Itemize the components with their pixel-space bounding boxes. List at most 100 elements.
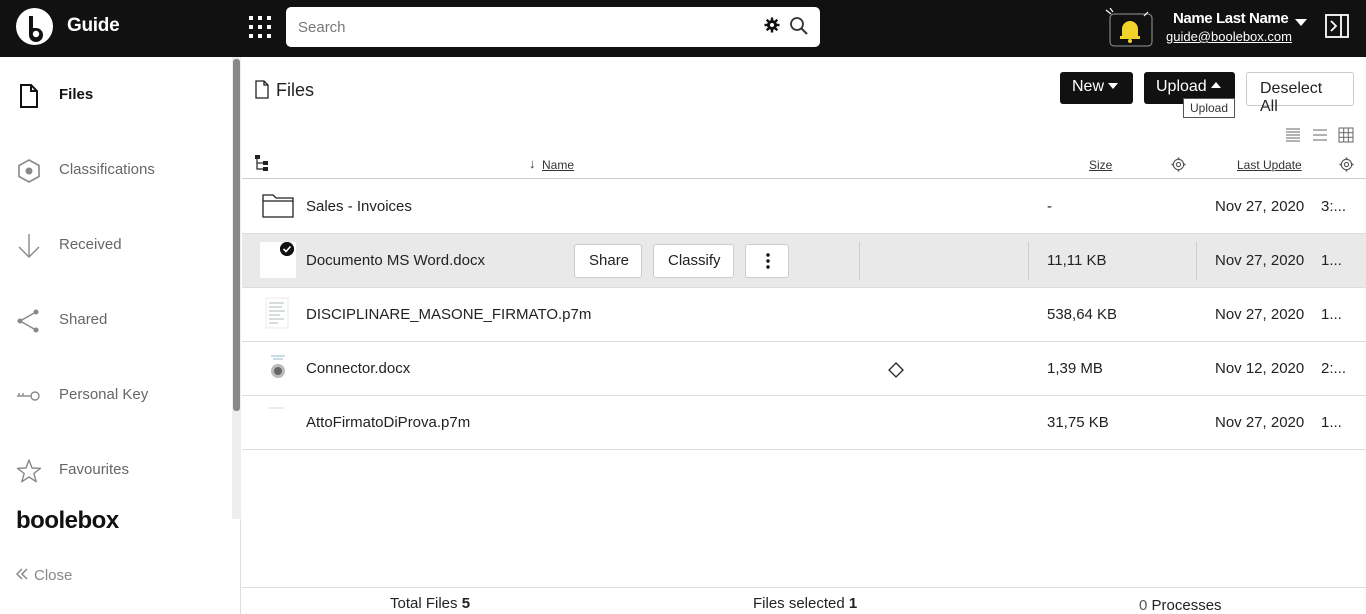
sort-down-arrow-icon[interactable]: ↓	[529, 156, 536, 171]
sidebar-item-label: Favourites	[59, 461, 130, 478]
processes-count: 0	[1139, 597, 1148, 614]
new-button[interactable]: New	[1060, 72, 1133, 104]
share-button[interactable]: Share	[574, 244, 642, 278]
table-row[interactable]: Documento MS Word.docx Share Classify 11…	[242, 234, 1366, 288]
user-menu-caret-icon[interactable]	[1295, 19, 1307, 26]
top-bar: Guide Name Last Name guide@boolebox.com	[0, 0, 1366, 57]
key-icon	[17, 391, 40, 401]
status-footer: Total Files 5 Files selected 1 0 Process…	[242, 587, 1366, 614]
main-content: Files New Upload Deselect All Upload ↓ N…	[242, 57, 1366, 614]
arrow-down-icon	[18, 234, 40, 258]
processes-label: Processes	[1151, 597, 1222, 614]
upload-tooltip: Upload	[1183, 98, 1236, 118]
kebab-menu-icon	[766, 253, 770, 269]
folder-icon	[262, 194, 294, 218]
table-row[interactable]: AttoFirmatoDiProva.p7m 31,75 KB Nov 27, …	[242, 396, 1366, 450]
table-row[interactable]: Connector.docx 1,39 MB Nov 12, 2020 2:..…	[242, 342, 1366, 396]
file-date: Nov 12, 2020	[1215, 360, 1305, 377]
sidebar: Files Classifications Received Shared Pe…	[0, 57, 241, 614]
file-time: 2:...	[1321, 360, 1347, 377]
close-label: Close	[34, 567, 73, 584]
tree-view-icon[interactable]	[254, 154, 270, 172]
file-icon	[254, 80, 270, 104]
toggle-panel-icon[interactable]	[1325, 14, 1349, 38]
sidebar-item-label: Personal Key	[59, 386, 149, 403]
sidebar-item-favourites[interactable]: Favourites	[0, 450, 230, 490]
sidebar-item-personal-key[interactable]: Personal Key	[0, 375, 230, 415]
file-date: Nov 27, 2020	[1215, 414, 1305, 431]
list-view-icon[interactable]	[1312, 127, 1328, 143]
file-size: 538,64 KB	[1047, 306, 1118, 323]
file-name[interactable]: Sales - Invoices	[306, 198, 412, 215]
total-files-count: 5	[461, 595, 471, 612]
column-divider	[859, 242, 860, 280]
sidebar-item-received[interactable]: Received	[0, 225, 230, 265]
search-icon[interactable]	[789, 16, 809, 36]
sidebar-item-label: Files	[59, 86, 94, 103]
new-label: New	[1072, 78, 1105, 95]
table-row[interactable]: Sales - Invoices - Nov 27, 2020 3:...	[242, 180, 1366, 234]
file-name[interactable]: DISCIPLINARE_MASONE_FIRMATO.p7m	[306, 306, 591, 323]
view-mode-switcher	[1285, 127, 1360, 147]
upload-label: Upload	[1156, 78, 1207, 95]
sidebar-scrollbar-thumb[interactable]	[233, 59, 240, 411]
app-logo[interactable]	[16, 8, 53, 45]
table-row[interactable]: DISCIPLINARE_MASONE_FIRMATO.p7m 538,64 K…	[242, 288, 1366, 342]
share-icon	[17, 309, 39, 333]
file-icon	[20, 84, 38, 108]
sidebar-close-button[interactable]: Close	[15, 567, 73, 584]
total-files-label: Total Files	[390, 595, 458, 612]
files-selected-count: 1	[848, 595, 858, 612]
sidebar-item-classifications[interactable]: Classifications	[0, 150, 230, 190]
hexagon-icon	[18, 159, 40, 183]
star-icon	[16, 459, 42, 483]
column-divider	[1196, 242, 1197, 280]
caret-down-icon	[1108, 83, 1119, 89]
processes-status[interactable]: 0 Processes	[1139, 597, 1222, 614]
user-email[interactable]: guide@boolebox.com	[1166, 29, 1292, 44]
compact-list-view-icon[interactable]	[1285, 127, 1301, 143]
file-size: 31,75 KB	[1047, 414, 1109, 431]
files-selected-label: Files selected	[753, 595, 845, 612]
file-time: 1...	[1321, 252, 1342, 269]
brand-logo: boolebox	[16, 507, 119, 534]
double-chevron-left-icon	[15, 567, 28, 584]
apps-grid-icon[interactable]	[249, 16, 271, 38]
notifications-bell-icon[interactable]	[1104, 8, 1154, 48]
user-name[interactable]: Name Last Name	[1173, 10, 1289, 27]
more-actions-button[interactable]	[745, 244, 789, 278]
page-title: Files	[254, 80, 314, 104]
search-box	[286, 7, 820, 47]
classify-button[interactable]: Classify	[653, 244, 734, 278]
sidebar-item-label: Shared	[59, 311, 108, 328]
table-header: ↓ Name Size Last Update	[242, 154, 1366, 179]
last-update-column-settings-gear-icon[interactable]	[1339, 157, 1354, 172]
files-selected-status: Files selected 1	[753, 595, 857, 612]
sidebar-item-label: Classifications	[59, 161, 155, 178]
file-name[interactable]: Documento MS Word.docx	[306, 252, 485, 269]
document-thumbnail	[265, 297, 289, 329]
sidebar-item-shared[interactable]: Shared	[0, 300, 230, 340]
column-last-update-header[interactable]: Last Update	[1237, 158, 1302, 172]
search-input[interactable]	[298, 16, 738, 38]
column-divider	[1028, 242, 1029, 280]
sidebar-item-label: Received	[59, 236, 122, 253]
file-date: Nov 27, 2020	[1215, 198, 1305, 215]
total-files-status: Total Files 5	[390, 595, 470, 612]
size-column-settings-gear-icon[interactable]	[1171, 157, 1186, 172]
file-name[interactable]: AttoFirmatoDiProva.p7m	[306, 414, 470, 431]
file-time: 1...	[1321, 306, 1342, 323]
selected-check-icon[interactable]	[280, 242, 294, 256]
file-name[interactable]: Connector.docx	[306, 360, 410, 377]
document-thumbnail	[266, 352, 290, 382]
grid-view-icon[interactable]	[1338, 127, 1354, 143]
deselect-all-button[interactable]: Deselect All	[1246, 72, 1354, 115]
page-title-text: Files	[276, 80, 315, 100]
search-settings-gear-icon[interactable]	[764, 17, 780, 33]
classification-diamond-icon[interactable]	[888, 362, 904, 378]
column-name-header[interactable]: Name	[542, 158, 574, 172]
app-title: Guide	[67, 15, 120, 36]
column-size-header[interactable]: Size	[1089, 158, 1112, 172]
sidebar-item-files[interactable]: Files	[0, 75, 230, 115]
file-date: Nov 27, 2020	[1215, 252, 1305, 269]
